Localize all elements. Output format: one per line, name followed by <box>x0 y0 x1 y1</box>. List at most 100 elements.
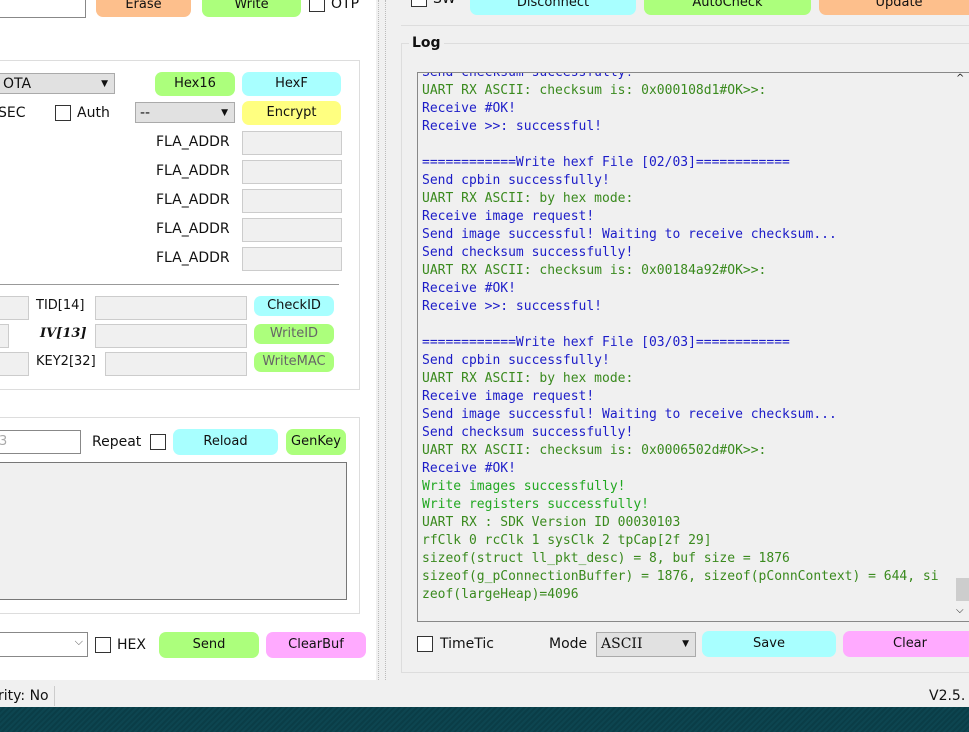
fla-addr-input[interactable] <box>242 218 342 242</box>
status-security: rity: No <box>0 688 49 704</box>
hex16-button[interactable]: Hex16 <box>155 72 235 96</box>
log-line: Receive #OK! <box>422 101 516 116</box>
reload-button[interactable]: Reload <box>173 429 278 455</box>
log-mode-value: ASCII <box>601 636 643 652</box>
log-line: Receive image request! <box>422 209 595 224</box>
write-button[interactable]: Write <box>202 0 301 17</box>
chevron-down-icon: ⌵ <box>74 635 83 648</box>
sw-label: SW <box>433 0 456 7</box>
scroll-down-icon[interactable]: ⌵ <box>956 605 964 616</box>
otp-checkbox[interactable] <box>309 0 325 12</box>
log-line: Receive #OK! <box>422 281 516 296</box>
erase-button[interactable]: Erase <box>96 0 191 17</box>
writemac-button[interactable]: WriteMAC <box>254 352 334 372</box>
log-line: rfClk 0 rcClk 1 sysClk 2 tpCap[2f 29] <box>422 533 712 548</box>
status-divider <box>54 686 55 706</box>
sw-checkbox[interactable] <box>411 0 427 7</box>
fla-addr-label: FLA_ADDR <box>156 163 230 179</box>
disconnect-button[interactable]: Disconnect <box>470 0 636 15</box>
log-line: ============Write hexf File [03/03]=====… <box>422 335 790 350</box>
top-group-border <box>401 25 969 26</box>
dropdown-arrow-icon: ▼ <box>682 639 689 649</box>
hex-checkbox[interactable] <box>95 637 111 653</box>
splitter[interactable] <box>378 0 386 680</box>
field-3[interactable] <box>0 352 29 376</box>
send-textarea[interactable] <box>0 462 347 600</box>
checkid-button[interactable]: CheckID <box>254 296 334 316</box>
dropdown-arrow-icon: ▼ <box>101 79 108 89</box>
field-2[interactable] <box>0 324 9 348</box>
log-line: Send cpbin successfully! <box>422 173 610 188</box>
version-label: V2.5. <box>929 688 966 704</box>
repeat-checkbox[interactable] <box>150 434 166 450</box>
fla-addr-input[interactable] <box>242 189 342 213</box>
top-input[interactable] <box>0 0 86 18</box>
log-line: Write registers successfully! <box>422 497 649 512</box>
timetic-checkbox[interactable] <box>417 636 433 652</box>
auth-checkbox[interactable] <box>55 105 71 121</box>
clearbuf-button[interactable]: ClearBuf <box>266 632 366 658</box>
log-line: sizeof(g_pConnectionBuffer) = 1876, size… <box>422 569 939 584</box>
log-line: UART RX ASCII: by hex mode: <box>422 371 634 386</box>
taskbar <box>0 707 969 732</box>
log-line: zeof(largeHeap)=4096 <box>422 587 579 602</box>
send-combo[interactable]: ⌵ <box>0 632 88 657</box>
fla-addr-label: FLA_ADDR <box>156 221 230 237</box>
writeid-button[interactable]: WriteID <box>254 324 334 344</box>
log-line: UART RX ASCII: checksum is: 0x00184a92#O… <box>422 263 767 278</box>
log-line: Receive #OK! <box>422 461 516 476</box>
log-line: Send image successful! Waiting to receiv… <box>422 227 837 242</box>
log-line: Write images successfully! <box>422 479 626 494</box>
log-line: UART RX ASCII: checksum is: 0x000108d1#O… <box>422 83 767 98</box>
iv-label: IV[13] <box>40 326 87 341</box>
scroll-up-icon[interactable]: ^ <box>956 73 964 84</box>
mode-value: OTA <box>3 76 32 92</box>
tid-input[interactable] <box>95 296 247 320</box>
log-scrollbar[interactable]: ^ ⌵ <box>954 73 969 621</box>
log-mode-select[interactable]: ASCII ▼ <box>596 632 696 657</box>
fla-addr-label: FLA_ADDR <box>156 192 230 208</box>
scroll-thumb[interactable] <box>956 578 969 601</box>
log-line: Send cpbin successfully! <box>422 353 610 368</box>
field-1[interactable] <box>0 296 29 320</box>
log-line: UART RX : SDK Version ID 00030103 <box>422 515 681 530</box>
timetic-label: TimeTic <box>440 636 494 652</box>
key2-input[interactable] <box>105 352 247 376</box>
log-line: Send checksum successfully! <box>422 72 634 80</box>
repeat-label: Repeat <box>92 434 142 450</box>
iv-input[interactable] <box>95 324 247 348</box>
autocheck-button[interactable]: AutoCheck <box>644 0 811 15</box>
encrypt-button[interactable]: Encrypt <box>242 101 341 125</box>
log-title: Log <box>409 35 444 51</box>
auth-label: Auth <box>77 105 110 121</box>
dropdown-arrow-icon: ▼ <box>221 108 228 118</box>
log-output[interactable]: Send checksum successfully! UART RX ASCII… <box>417 72 969 622</box>
fla-addr-label: FLA_ADDR <box>156 250 230 266</box>
fla-addr-input[interactable] <box>242 131 342 155</box>
tid-label: TID[14] <box>36 298 85 313</box>
update-button[interactable]: Update <box>819 0 969 15</box>
log-line: sizeof(struct ll_pkt_desc) = 8, buf size… <box>422 551 790 566</box>
log-line: Send image successful! Waiting to receiv… <box>422 407 837 422</box>
log-line: UART RX ASCII: checksum is: 0x0006502d#O… <box>422 443 767 458</box>
genkey-button[interactable]: GenKey <box>286 429 346 455</box>
log-line: Receive >>: successful! <box>422 299 603 314</box>
save-button[interactable]: Save <box>702 631 836 657</box>
send-button[interactable]: Send <box>159 632 259 658</box>
mode-select[interactable]: OTA ▼ <box>0 73 115 94</box>
hex-label: HEX <box>117 637 146 653</box>
fla-addr-input[interactable] <box>242 247 342 271</box>
hexf-button[interactable]: HexF <box>242 72 341 96</box>
fla-addr-input[interactable] <box>242 160 342 184</box>
encrypt-select[interactable]: -- ▼ <box>135 102 235 123</box>
log-line: UART RX ASCII: by hex mode: <box>422 191 634 206</box>
sec-label: SEC <box>0 105 26 121</box>
send-param-input[interactable]: 3 <box>0 430 81 454</box>
log-line: Send checksum successfully! <box>422 425 634 440</box>
divider <box>0 284 339 285</box>
clear-button[interactable]: Clear <box>843 631 969 657</box>
otp-label: OTP <box>331 0 360 12</box>
mode-label: Mode <box>549 636 588 652</box>
